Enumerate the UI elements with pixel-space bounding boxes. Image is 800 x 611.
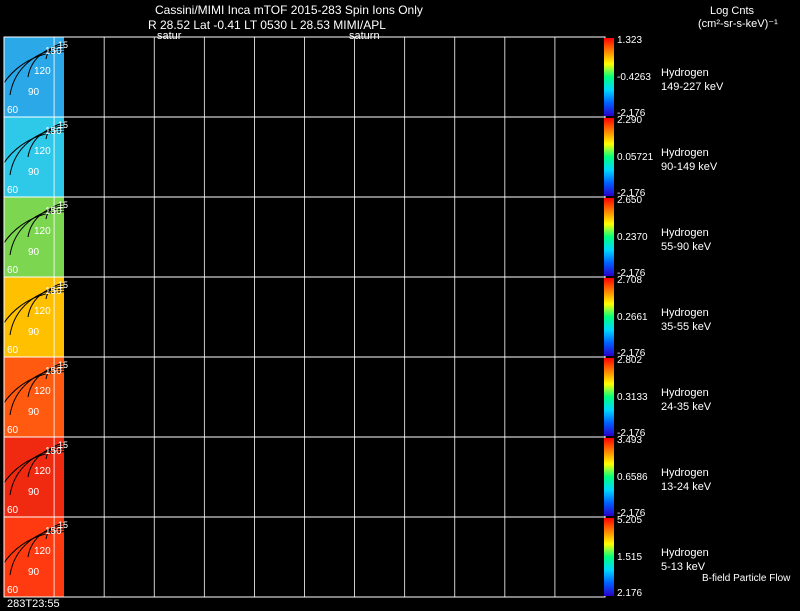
colorbar-mid-label: -0.4263	[617, 72, 651, 83]
energy-label: 13-24 keV	[661, 481, 712, 493]
energy-label: 35-55 keV	[661, 321, 712, 333]
species-label: Hydrogen	[661, 147, 709, 159]
energy-label: 90-149 keV	[661, 161, 718, 173]
colorbar-mid-label: 0.3133	[617, 392, 648, 403]
contour-label: 15	[58, 120, 68, 130]
colorbar	[604, 278, 614, 356]
contour-label: 90	[28, 247, 40, 258]
contour-label: 90	[28, 487, 40, 498]
contour-label: 60	[7, 345, 19, 356]
bfield-flow-label: B-field Particle Flow	[702, 573, 791, 584]
contour-label: 120	[34, 306, 51, 317]
contour-label: 60	[7, 585, 19, 596]
plot-title: Cassini/MIMI Inca mTOF 2015-283 Spin Ion…	[155, 3, 423, 17]
contour-label: 15	[58, 520, 68, 530]
colorbar	[604, 38, 614, 116]
contour-label: 120	[34, 66, 51, 77]
colorbar-mid-label: 0.6586	[617, 472, 648, 483]
colorbar-max-label: 2.802	[617, 355, 642, 366]
colorbar-max-label: 2.708	[617, 275, 642, 286]
contour-label: 90	[28, 407, 40, 418]
units-label: Log Cnts	[710, 5, 755, 17]
colorbar-max-label: 1.323	[617, 35, 642, 46]
contour-label: 120	[34, 546, 51, 557]
species-label: Hydrogen	[661, 307, 709, 319]
colorbar-max-label: 3.493	[617, 435, 642, 446]
species-label: Hydrogen	[661, 227, 709, 239]
energy-label: 5-13 keV	[661, 561, 706, 573]
species-label: Hydrogen	[661, 467, 709, 479]
colorbar-mid-label: 0.05721	[617, 152, 654, 163]
contour-label: 60	[7, 185, 19, 196]
contour-label: 120	[34, 226, 51, 237]
saturn-label-left: satur	[157, 30, 182, 42]
colorbar	[604, 118, 614, 196]
colorbar	[604, 198, 614, 276]
units-formula: (cm²-sr-s-keV)⁻¹	[698, 18, 778, 30]
colorbar-max-label: 2.290	[617, 115, 642, 126]
colorbar-max-label: 2.650	[617, 195, 642, 206]
contour-label: 15	[58, 440, 68, 450]
species-label: Hydrogen	[661, 67, 709, 79]
species-label: Hydrogen	[661, 547, 709, 559]
energy-label: 24-35 keV	[661, 401, 712, 413]
contour-label: 60	[7, 425, 19, 436]
colorbar-mid-label: 1.515	[617, 552, 642, 563]
colorbar	[604, 438, 614, 516]
contour-label: 60	[7, 105, 19, 116]
time-label: 283T23:55	[7, 598, 60, 610]
contour-label: 90	[28, 327, 40, 338]
energy-label: 149-227 keV	[661, 81, 724, 93]
colorbar-min-label: 2.176	[617, 588, 642, 599]
contour-label: 120	[34, 146, 51, 157]
energy-label: 55-90 keV	[661, 241, 712, 253]
contour-label: 15	[58, 200, 68, 210]
colorbar	[604, 358, 614, 436]
contour-label: 15	[58, 40, 68, 50]
contour-label: 90	[28, 567, 40, 578]
contour-label: 15	[58, 280, 68, 290]
colorbar-mid-label: 0.2661	[617, 312, 648, 323]
contour-label: 120	[34, 386, 51, 397]
contour-label: 60	[7, 505, 19, 516]
contour-label: 90	[28, 87, 40, 98]
contour-label: 90	[28, 167, 40, 178]
contour-label: 120	[34, 466, 51, 477]
colorbar-mid-label: 0.2370	[617, 232, 648, 243]
colorbar	[604, 518, 614, 596]
saturn-label-right: saturn	[349, 30, 380, 42]
contour-label: 15	[58, 360, 68, 370]
colorbar-max-label: 5.205	[617, 515, 642, 526]
species-label: Hydrogen	[661, 387, 709, 399]
contour-label: 60	[7, 265, 19, 276]
energy-panels-plot: 150120906015 1.323-0.4263-2.176Hydrogen14…	[0, 35, 724, 599]
